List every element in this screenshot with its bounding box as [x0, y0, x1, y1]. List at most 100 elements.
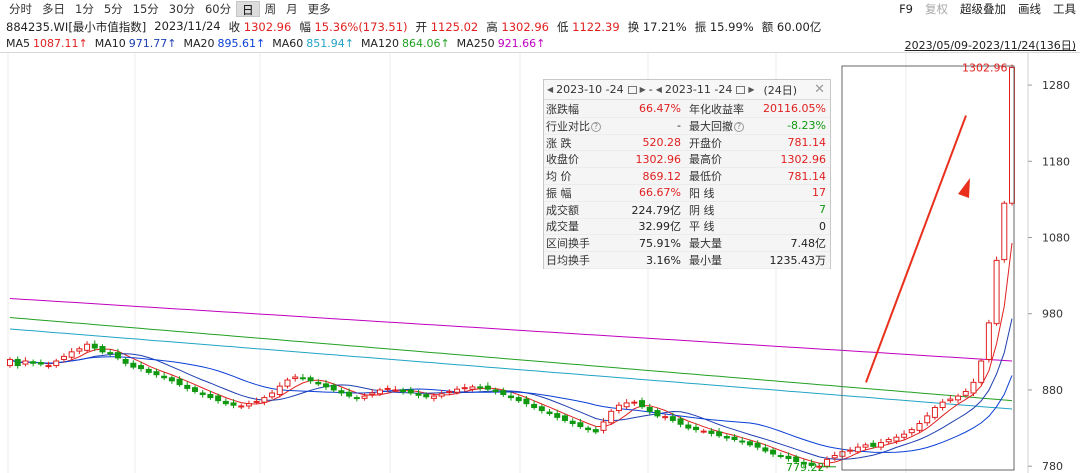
ma-legend-item: MA5 1087.11↑: [6, 37, 88, 51]
stat-text: 涨跌幅: [546, 102, 579, 116]
ma-value: 864.06↑: [401, 37, 450, 50]
candle-body: [315, 381, 322, 385]
candle-body: [269, 392, 276, 398]
tab-period[interactable]: 1分: [70, 1, 99, 17]
ma-legend: MA5 1087.11↑ MA10 971.77↑ MA20 895.61↑ MA60 851…: [6, 37, 545, 51]
tab-period[interactable]: 60分: [200, 1, 236, 17]
tab-period[interactable]: 30分: [164, 1, 200, 17]
close-field: 收 1302.96: [229, 19, 292, 34]
candle-body: [430, 395, 437, 399]
candle-body: [893, 436, 900, 442]
close-icon[interactable]: ✕: [814, 82, 825, 97]
stat-row: 成交量 32.99亿平 线 0: [544, 219, 830, 236]
next-start-arrow-icon[interactable]: ▶: [640, 85, 646, 94]
candle-body: [639, 400, 646, 408]
tab-period[interactable]: 5分: [99, 1, 128, 17]
stat-value: 66.47%: [597, 102, 685, 115]
stat-row: 成交额 224.79亿阴 线 7: [544, 202, 830, 219]
stat-value: 66.67%: [597, 186, 685, 199]
candle-body: [400, 389, 407, 392]
candle-body: [623, 402, 630, 408]
end-date[interactable]: 2023-11 -24: [665, 83, 732, 96]
amplitude-label: 振: [694, 20, 707, 34]
toolbar-button[interactable]: 画线: [1018, 1, 1041, 17]
candle-body: [824, 458, 831, 467]
candle-body: [168, 377, 175, 382]
ma-value: 1087.11↑: [33, 37, 88, 50]
y-tick-label: 1280: [1042, 79, 1070, 92]
candle-body: [438, 393, 445, 397]
y-tick-label: 1180: [1042, 155, 1070, 168]
candle-body: [700, 430, 707, 433]
candle-body: [739, 440, 746, 443]
candle-body: [569, 420, 576, 425]
tab-period[interactable]: 周: [260, 1, 282, 17]
candle-body: [885, 439, 892, 443]
high-field: 高 1302.96: [486, 19, 549, 34]
toolbar-button[interactable]: F9: [899, 2, 913, 16]
tab-period[interactable]: 日: [236, 0, 260, 17]
stat-text: 781.14: [787, 169, 827, 183]
candle-body: [407, 389, 414, 394]
start-date[interactable]: 2023-10 -24: [556, 83, 623, 96]
toolbar-button[interactable]: 工具: [1053, 1, 1076, 17]
candle-body: [477, 386, 484, 389]
tab-period[interactable]: 月: [281, 1, 303, 17]
date-range[interactable]: 2023/05/09-2023/11/24(136日): [905, 37, 1076, 53]
candle-body: [184, 384, 191, 389]
tab-period[interactable]: 多日: [37, 1, 70, 17]
ma-line: [9, 318, 1013, 460]
ma-legend-item: MA60 851.94↑: [272, 37, 354, 51]
next-end-arrow-icon[interactable]: ▶: [748, 85, 754, 94]
stat-text: 224.79亿: [631, 203, 682, 217]
stat-label: 行业对比?: [544, 118, 601, 134]
stat-value: -: [597, 119, 685, 132]
stat-label: 收盘价: [544, 151, 597, 167]
stat-text: 最大回撤: [689, 119, 733, 133]
candle-body: [831, 455, 838, 459]
stat-label: 成交额: [544, 202, 597, 218]
ma-value: 971.77↑: [128, 37, 177, 50]
tab-period[interactable]: 更多: [303, 1, 336, 17]
candle-body: [199, 392, 206, 396]
candle-body: [692, 426, 699, 431]
candle-body: [84, 343, 91, 351]
amount-field: 额 60.00亿: [762, 19, 822, 34]
code-name: 884235.WI[最小市值指数]: [6, 20, 147, 34]
candle-body: [708, 430, 715, 434]
stat-value: 17: [741, 186, 829, 199]
candle-body: [662, 416, 669, 419]
candle-body: [376, 389, 383, 395]
candle-body: [508, 395, 514, 399]
toolbar-button[interactable]: 复权: [925, 1, 948, 17]
stat-value: 32.99亿: [597, 218, 685, 234]
stat-row: 振 幅 66.67% 阳 线 17: [544, 185, 830, 202]
ma-label: MA120: [360, 37, 399, 50]
quote-date: 2023/11/24: [154, 19, 221, 33]
tab-period[interactable]: 15分: [128, 1, 164, 17]
candle-body: [238, 405, 245, 408]
candle-body: [91, 343, 98, 349]
prev-start-arrow-icon[interactable]: ◀: [547, 85, 553, 94]
toolbar-button[interactable]: 超级叠加: [960, 1, 1006, 17]
stat-row: 均 价 869.12 最低价 781.14: [544, 168, 830, 185]
stat-text: 最高价: [689, 153, 722, 167]
stat-text: 75.91%: [639, 236, 681, 250]
ma-legend-item: MA20 895.61↑: [183, 37, 265, 51]
candle-body: [107, 352, 114, 355]
calendar-icon[interactable]: [627, 85, 637, 94]
prev-end-arrow-icon[interactable]: ◀: [656, 85, 662, 94]
stat-text: 0: [819, 219, 826, 233]
candle-body: [677, 418, 684, 425]
ma-legend-item: MA10 971.77↑: [95, 37, 177, 51]
stat-label: 最小量: [685, 252, 741, 268]
candle-body: [484, 385, 491, 390]
candle-body: [276, 385, 283, 396]
candle-body: [785, 455, 792, 460]
tab-period[interactable]: 分时: [4, 1, 37, 17]
selection-box: [841, 65, 1015, 471]
calendar-icon[interactable]: [736, 85, 746, 94]
stat-value: 1302.96: [741, 153, 829, 166]
stat-text: 最大量: [689, 237, 722, 251]
candle-body: [978, 360, 985, 383]
